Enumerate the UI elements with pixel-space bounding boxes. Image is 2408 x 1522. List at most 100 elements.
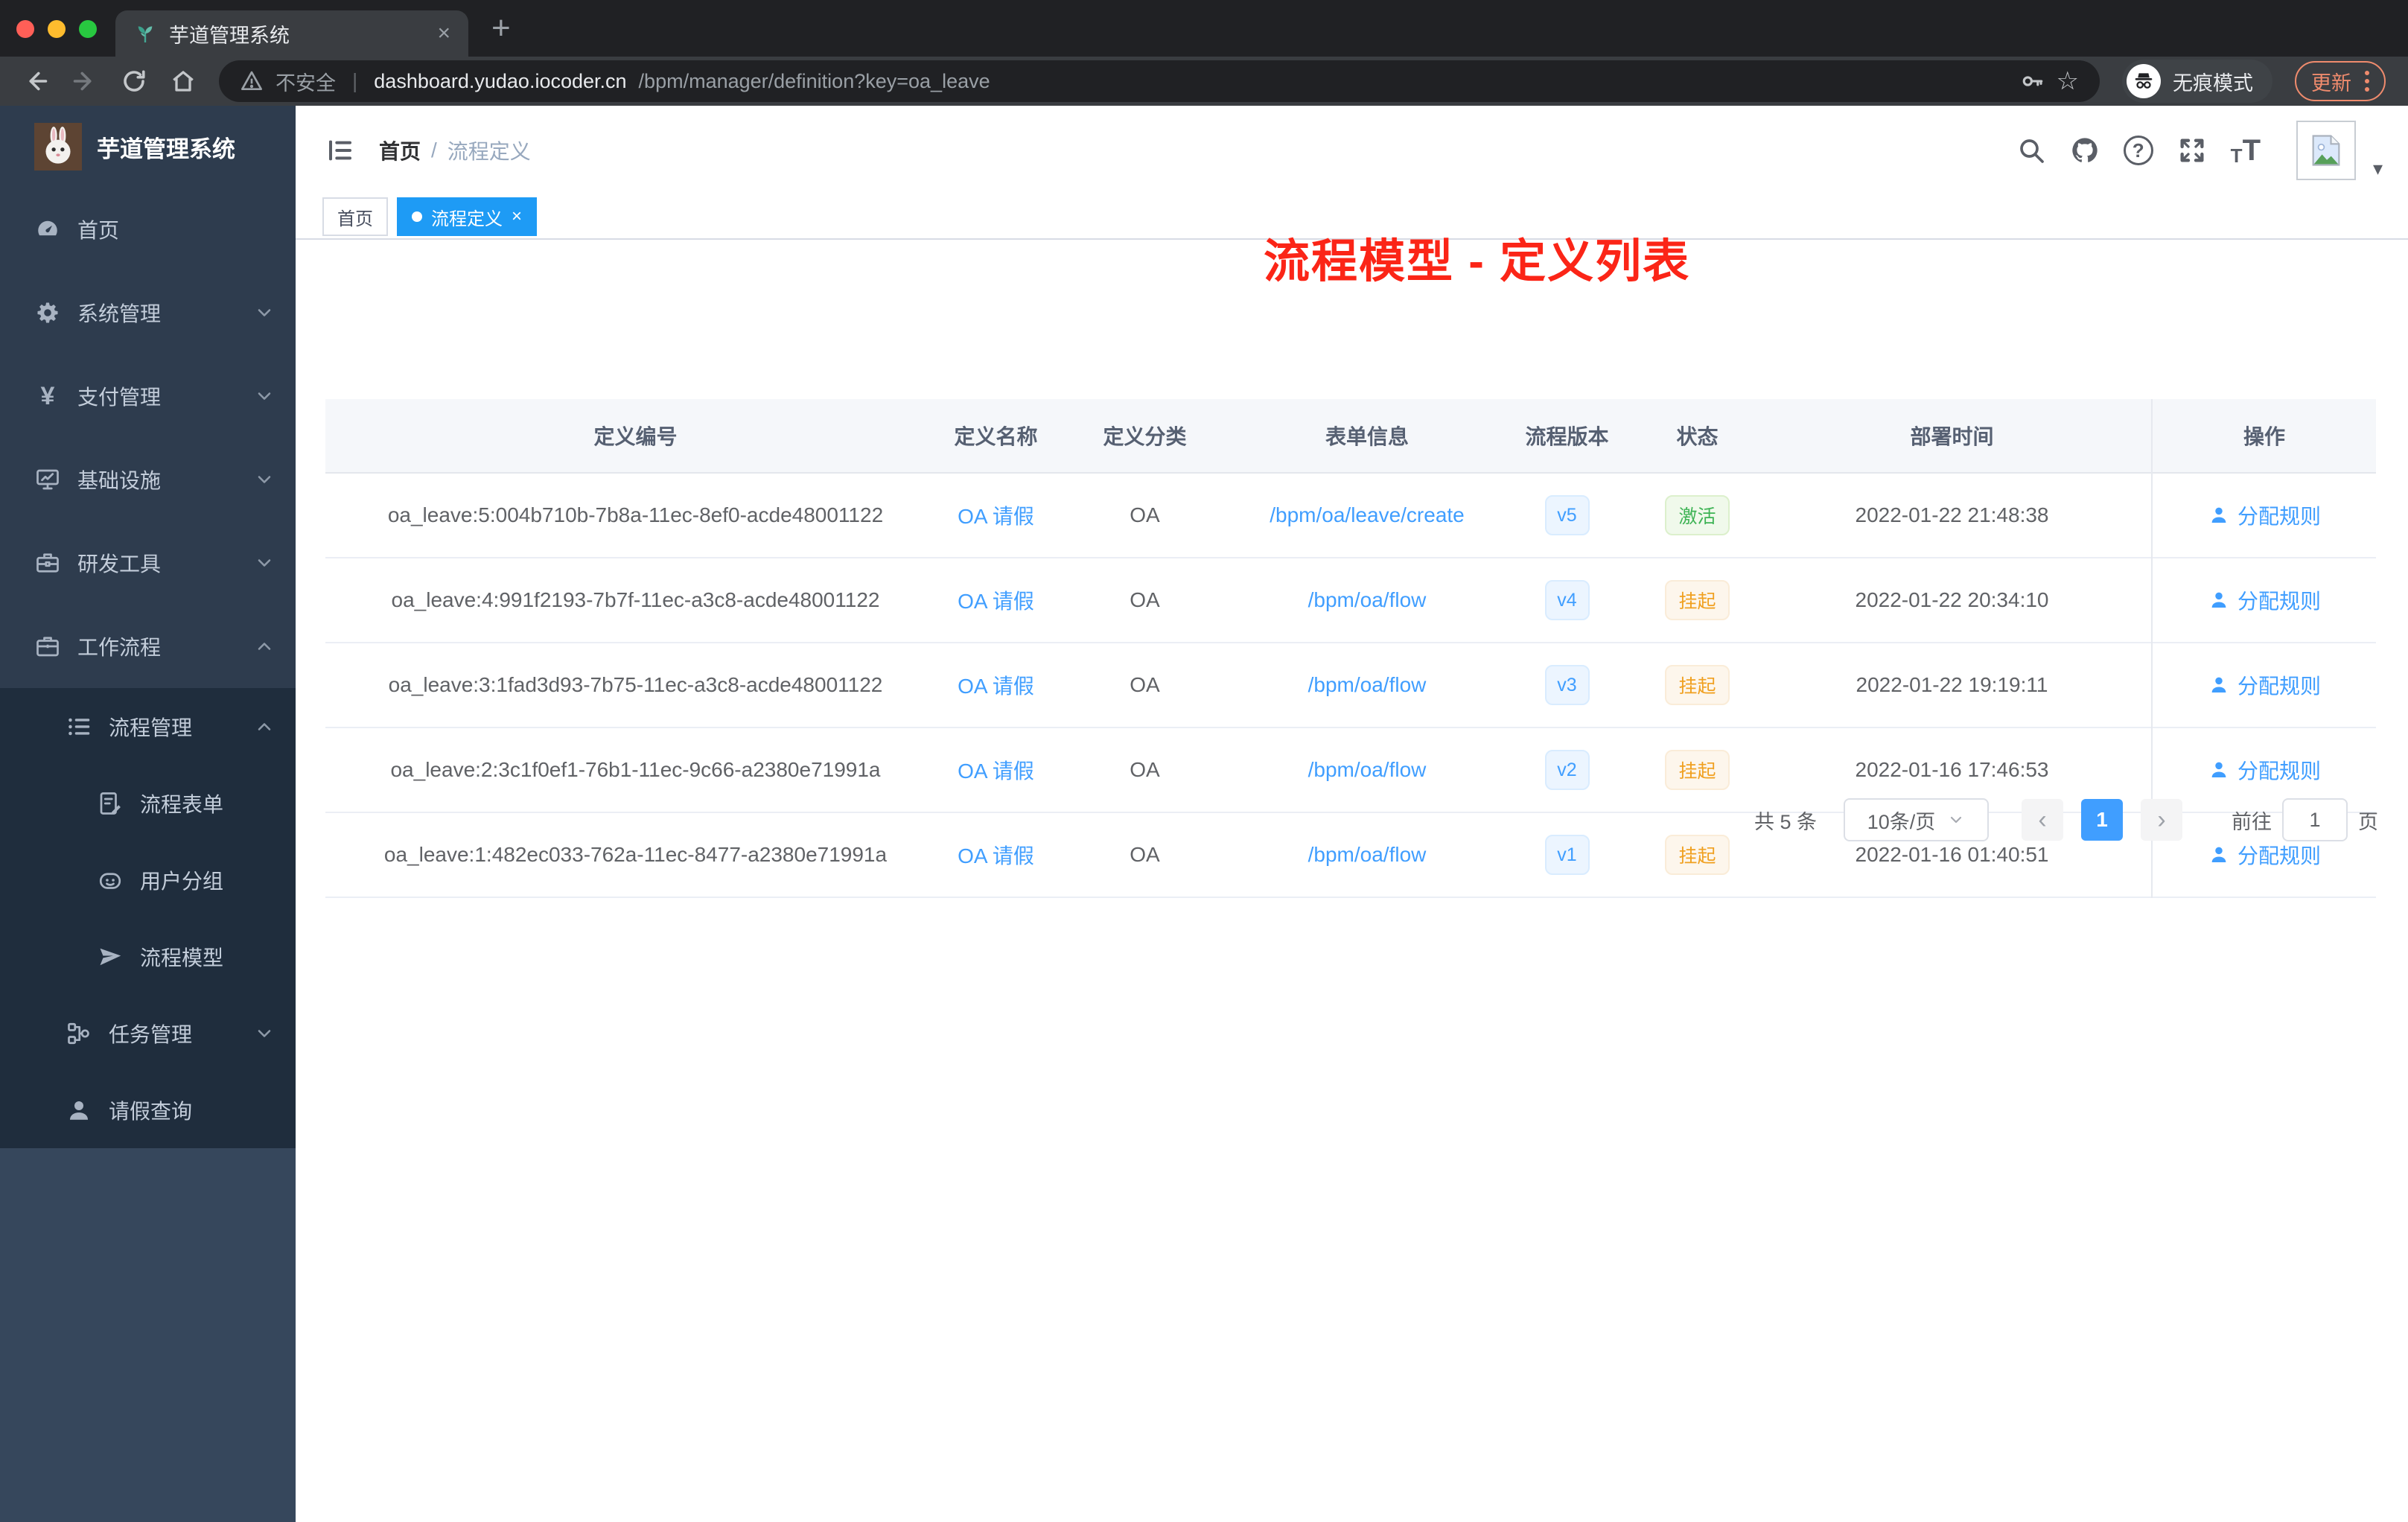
tag-close-icon[interactable]: × — [512, 208, 522, 226]
sidebar-menu: 芋道管理系统 首页 系统管理 ¥ 支付管理 基础设施 研发工具 工作流程 — [0, 106, 296, 688]
incognito-badge: 无痕模式 — [2122, 60, 2272, 103]
monitor-icon — [34, 466, 61, 493]
chevron-down-icon — [254, 386, 275, 407]
sidebar-item-process-model[interactable]: 流程模型 — [0, 918, 296, 995]
bookmark-star-icon[interactable]: ☆ — [2057, 69, 2079, 94]
window-close-button[interactable] — [16, 20, 34, 38]
definition-name-link[interactable]: OA 请假 — [958, 755, 1034, 785]
back-icon[interactable] — [22, 68, 49, 95]
sidebar-submenu: 流程管理 流程表单 用户分组 流程模型 任务管理 请假查询 — [0, 688, 296, 1148]
definition-name-link[interactable]: OA 请假 — [958, 840, 1034, 870]
help-icon[interactable]: ? — [2123, 136, 2153, 165]
prev-page-button[interactable]: ‹ — [2022, 799, 2063, 841]
sidebar-item-system[interactable]: 系统管理 — [0, 271, 296, 354]
version-badge: v3 — [1544, 665, 1590, 705]
tag-home[interactable]: 首页 — [322, 197, 388, 236]
github-icon[interactable] — [2070, 136, 2100, 165]
sidebar-item-label: 首页 — [77, 219, 120, 242]
definition-name-link[interactable]: OA 请假 — [958, 500, 1034, 530]
annotation-title: 流程模型 - 定义列表 — [1264, 236, 1691, 287]
sidebar-item-workflow[interactable]: 工作流程 — [0, 605, 296, 688]
password-key-icon[interactable] — [2019, 69, 2045, 94]
definition-name-link[interactable]: OA 请假 — [958, 670, 1034, 700]
window-zoom-button[interactable] — [79, 20, 97, 38]
tab-strip: 芋道管理系统 × + — [0, 0, 2408, 57]
security-label[interactable]: 不安全 — [275, 67, 336, 96]
form-link[interactable]: /bpm/oa/flow — [1308, 843, 1427, 867]
top-navbar: 首页 / 流程定义 ? TT ▾ 流程模型 - 定义列表 — [296, 106, 2408, 287]
user-avatar[interactable]: ▾ — [2296, 121, 2383, 180]
browser-update-button[interactable]: 更新 — [2295, 61, 2386, 101]
address-divider: | — [352, 69, 358, 92]
page-size-select[interactable]: 10条/页 — [1844, 798, 1989, 841]
next-page-button[interactable]: › — [2141, 799, 2182, 841]
page-number-button[interactable]: 1 — [2081, 799, 2123, 841]
goto-page-input[interactable] — [2282, 798, 2348, 841]
sidebar: 芋道管理系统 首页 系统管理 ¥ 支付管理 基础设施 研发工具 工作流程 流程管… — [0, 106, 296, 1522]
cell-deploy-time: 2022-01-22 21:48:38 — [1855, 503, 2049, 526]
col-header-actions: 操作 — [2243, 425, 2285, 448]
yen-icon: ¥ — [40, 381, 55, 410]
chevron-down-icon — [1951, 816, 1962, 824]
status-badge: 挂起 — [1665, 750, 1730, 790]
assign-rule-button[interactable]: 分配规则 — [2208, 755, 2321, 785]
window-minimize-button[interactable] — [48, 20, 66, 38]
person-icon — [2211, 592, 2226, 608]
col-header-id: 定义编号 — [593, 425, 678, 448]
breadcrumb-current: 流程定义 — [447, 140, 531, 163]
sidebar-item-devtools[interactable]: 研发工具 — [0, 521, 296, 605]
sidebar-item-infra[interactable]: 基础设施 — [0, 438, 296, 521]
definition-name-link[interactable]: OA 请假 — [958, 585, 1034, 615]
form-edit-icon — [97, 790, 124, 817]
assign-rule-button[interactable]: 分配规则 — [2208, 500, 2321, 530]
form-link[interactable]: /bpm/oa/flow — [1308, 758, 1427, 782]
version-badge: v4 — [1544, 580, 1590, 620]
sidebar-item-user-group[interactable]: 用户分组 — [0, 841, 296, 918]
app-logo[interactable]: 芋道管理系统 — [0, 106, 296, 188]
sidebar-item-label: 工作流程 — [77, 636, 162, 659]
sidebar-item-process-form[interactable]: 流程表单 — [0, 765, 296, 841]
cell-category: OA — [1130, 758, 1160, 781]
sidebar-item-home[interactable]: 首页 — [0, 188, 296, 271]
update-label: 更新 — [2311, 71, 2351, 95]
app-title: 芋道管理系统 — [97, 136, 235, 162]
browser-menu-icon[interactable] — [2365, 71, 2369, 92]
version-badge: v5 — [1544, 495, 1590, 535]
reload-icon[interactable] — [121, 68, 147, 95]
broken-image-icon — [2296, 121, 2356, 180]
form-link[interactable]: /bpm/oa/flow — [1308, 673, 1427, 697]
sidebar-item-label: 流程管理 — [109, 716, 193, 739]
tag-process-definition[interactable]: 流程定义 × — [397, 197, 538, 236]
forward-icon[interactable] — [71, 68, 98, 95]
sidebar-item-leave-query[interactable]: 请假查询 — [0, 1072, 296, 1148]
cell-deploy-time: 2022-01-16 01:40:51 — [1855, 843, 2049, 866]
page-size-value: 10条/页 — [1867, 810, 1936, 833]
form-link[interactable]: /bpm/oa/leave/create — [1270, 503, 1465, 527]
search-icon[interactable] — [2016, 136, 2046, 165]
font-size-icon[interactable]: TT — [2231, 136, 2261, 165]
collapse-sidebar-icon[interactable] — [325, 136, 355, 165]
avatar-caret-icon[interactable]: ▾ — [2373, 157, 2383, 180]
tab-close-icon[interactable]: × — [437, 22, 450, 45]
assign-rule-button[interactable]: 分配规则 — [2208, 840, 2321, 870]
new-tab-button[interactable]: + — [491, 12, 511, 45]
sidebar-item-payment[interactable]: ¥ 支付管理 — [0, 354, 296, 438]
home-icon[interactable] — [170, 68, 197, 95]
sidebar-item-task-management[interactable]: 任务管理 — [0, 995, 296, 1072]
browser-tab[interactable]: 芋道管理系统 × — [115, 10, 468, 57]
cell-category: OA — [1130, 843, 1160, 866]
assign-rule-button[interactable]: 分配规则 — [2208, 585, 2321, 615]
incognito-label: 无痕模式 — [2173, 71, 2253, 95]
briefcase-icon — [34, 633, 61, 660]
fullscreen-icon[interactable] — [2177, 136, 2207, 165]
sidebar-item-process-management[interactable]: 流程管理 — [0, 688, 296, 765]
breadcrumb-home[interactable]: 首页 — [379, 136, 421, 165]
chevron-up-icon — [254, 636, 275, 657]
address-bar[interactable]: 不安全 | dashboard.yudao.iocoder.cn/bpm/man… — [219, 60, 2100, 102]
chevron-down-icon — [254, 553, 275, 573]
user-group-icon — [97, 867, 124, 894]
cell-category: OA — [1130, 588, 1160, 611]
form-link[interactable]: /bpm/oa/flow — [1308, 588, 1427, 612]
assign-rule-button[interactable]: 分配规则 — [2208, 670, 2321, 700]
status-badge: 挂起 — [1665, 665, 1730, 705]
